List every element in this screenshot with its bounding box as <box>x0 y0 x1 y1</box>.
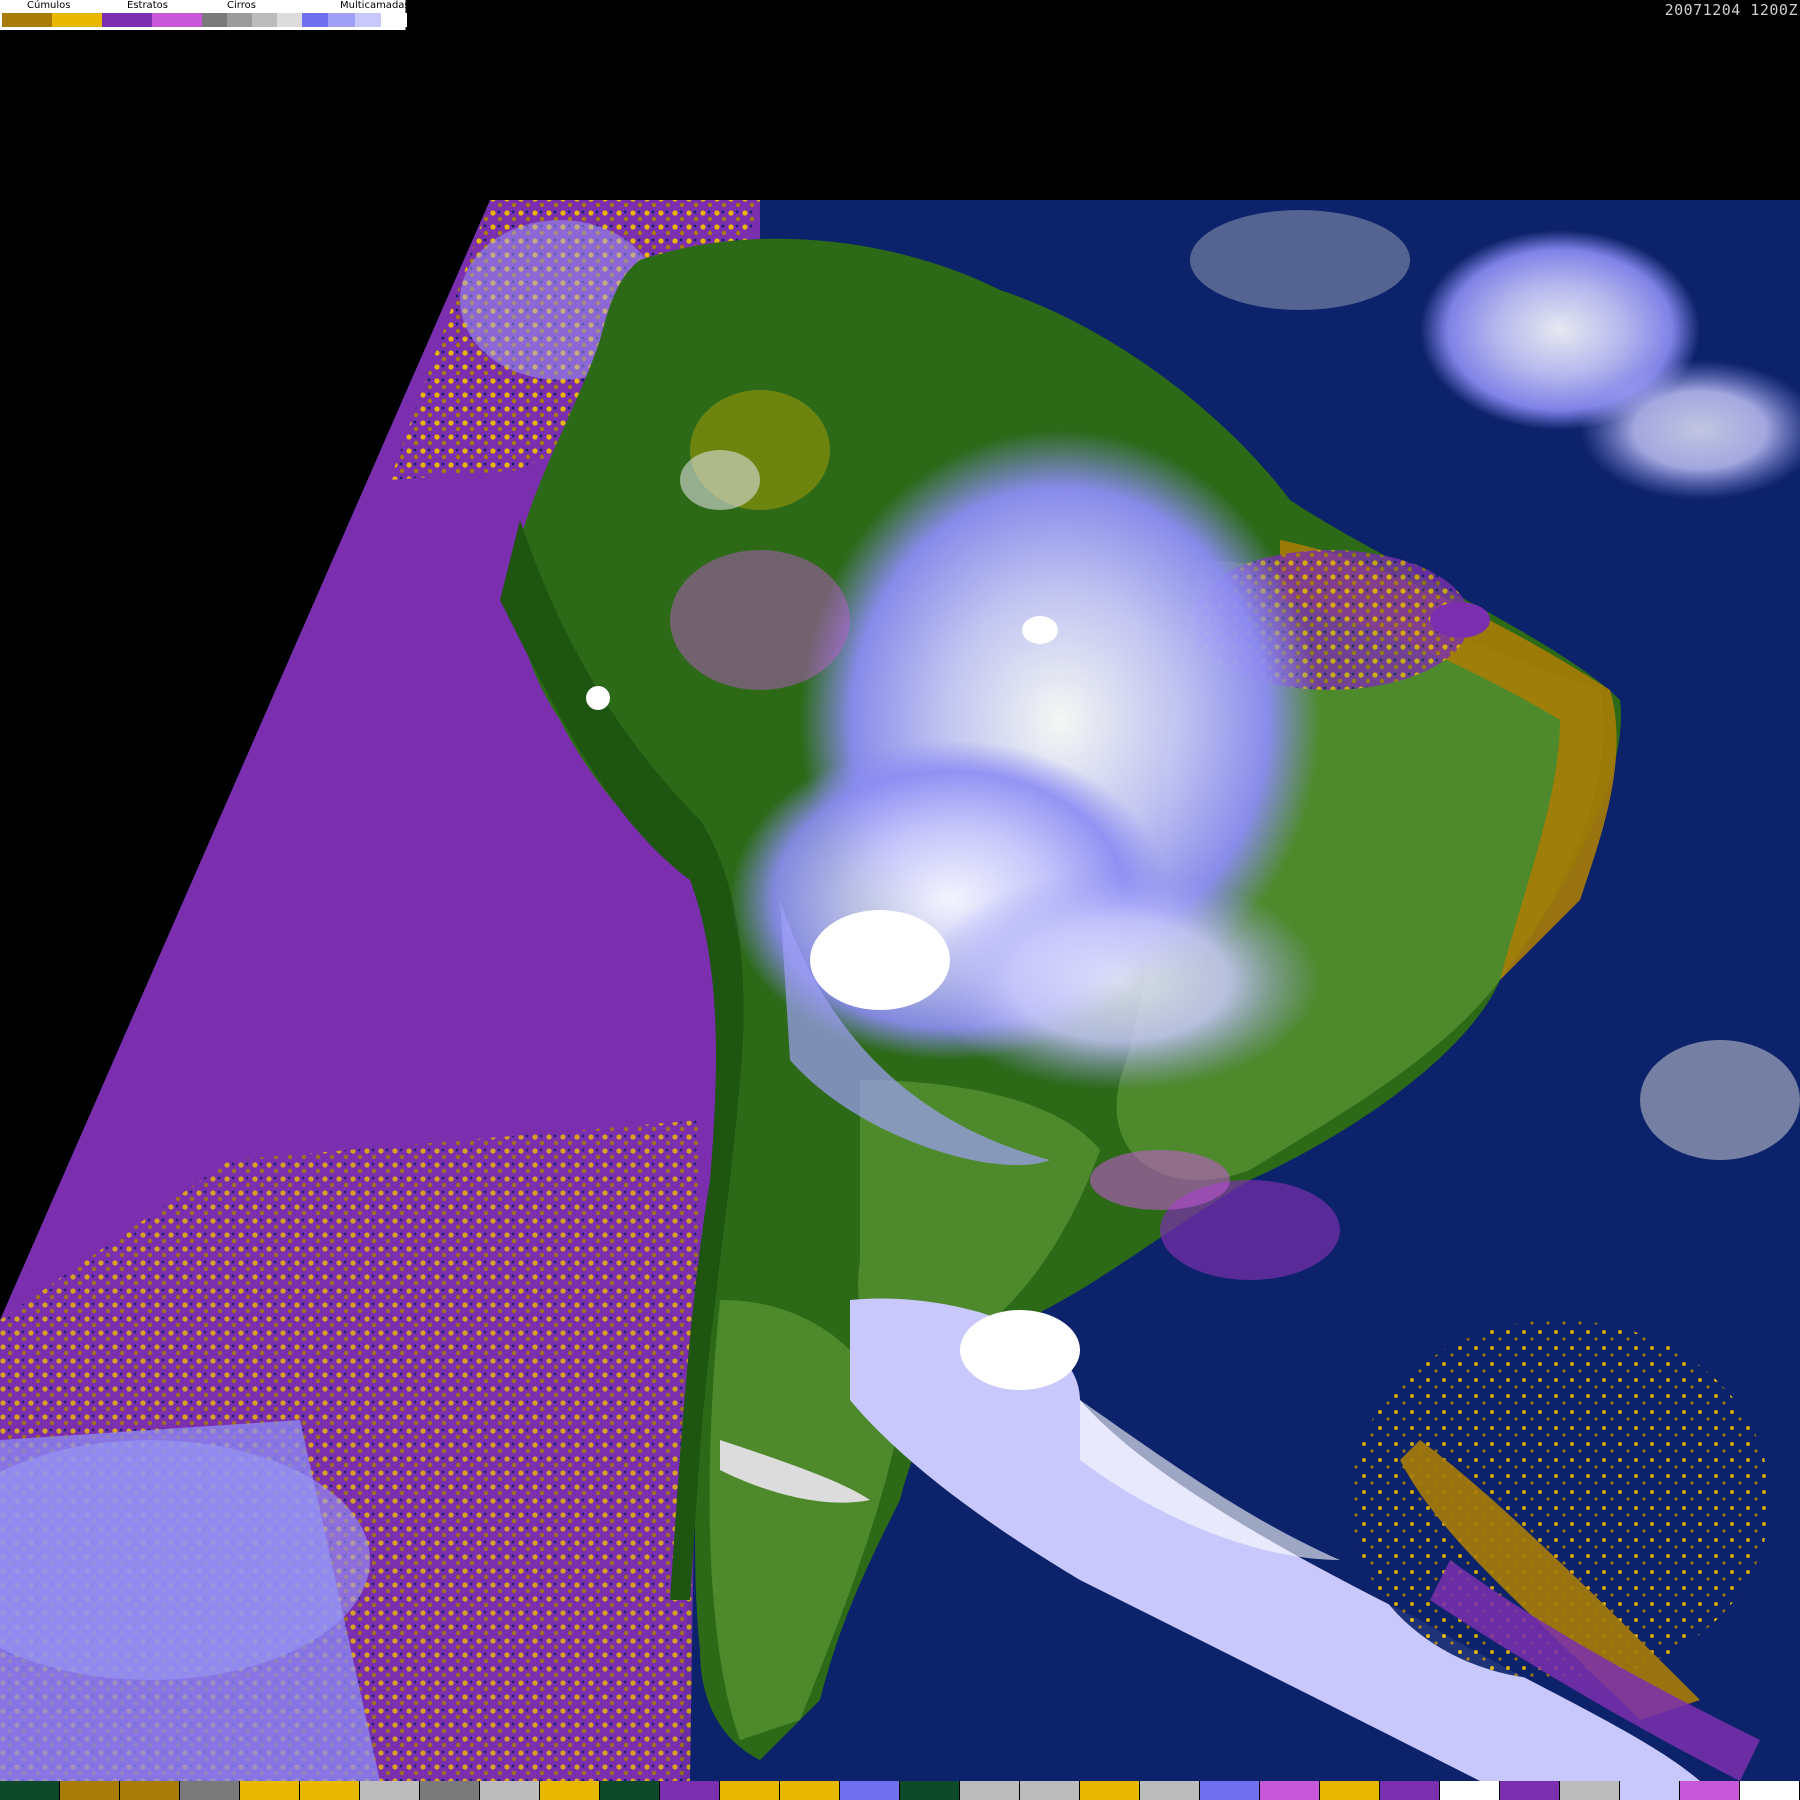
color-bar-cell <box>1560 1781 1620 1800</box>
color-bar-cell <box>660 1781 720 1800</box>
color-bar-cell <box>1200 1781 1260 1800</box>
legend-label: Estratos <box>127 0 168 11</box>
color-bar-cell <box>120 1781 180 1800</box>
color-bar-cell <box>1320 1781 1380 1800</box>
legend-swatch <box>102 13 152 27</box>
legend-swatch <box>2 13 52 27</box>
color-bar-cell <box>240 1781 300 1800</box>
legend-swatch <box>227 13 252 27</box>
legend-swatch <box>152 13 202 27</box>
legend-swatch <box>277 13 302 27</box>
legend-swatch <box>302 13 329 27</box>
color-bar-cell <box>60 1781 120 1800</box>
timestamp: 20071204 1200Z <box>1664 1 1798 19</box>
color-bar-cell <box>840 1781 900 1800</box>
color-bar-cell <box>1440 1781 1500 1800</box>
color-bar-cell <box>960 1781 1020 1800</box>
color-bar-cell <box>1260 1781 1320 1800</box>
color-bar-cell <box>1020 1781 1080 1800</box>
cloud-type-legend: Cúmulos Estratos Cirros Multicamadas <box>0 0 410 30</box>
legend-swatch <box>52 13 102 27</box>
color-bar-cell <box>1620 1781 1680 1800</box>
legend-swatch <box>328 13 355 27</box>
legend-swatch <box>354 13 381 27</box>
legend-swatch <box>252 13 277 27</box>
color-bar-cell <box>900 1781 960 1800</box>
color-bar-cell <box>540 1781 600 1800</box>
color-bar-cell <box>1380 1781 1440 1800</box>
color-bar-cell <box>1500 1781 1560 1800</box>
color-bar-cell <box>300 1781 360 1800</box>
color-bar-cell <box>720 1781 780 1800</box>
color-bar-cell <box>600 1781 660 1800</box>
color-bar-cell <box>1140 1781 1200 1800</box>
legend-swatch <box>202 13 227 27</box>
legend-label: Multicamadas <box>340 0 410 11</box>
legend-label: Cúmulos <box>27 0 71 11</box>
color-bar-cell <box>480 1781 540 1800</box>
color-bar-cell <box>1080 1781 1140 1800</box>
color-bar <box>0 1781 1800 1800</box>
color-bar-cell <box>0 1781 60 1800</box>
color-bar-cell <box>420 1781 480 1800</box>
legend-label: Cirros <box>227 0 256 11</box>
color-bar-cell <box>780 1781 840 1800</box>
color-bar-cell <box>1680 1781 1740 1800</box>
color-bar-cell <box>360 1781 420 1800</box>
color-bar-cell <box>1740 1781 1800 1800</box>
legend-swatch <box>380 13 407 27</box>
color-bar-cell <box>180 1781 240 1800</box>
satellite-map <box>0 200 1800 1781</box>
